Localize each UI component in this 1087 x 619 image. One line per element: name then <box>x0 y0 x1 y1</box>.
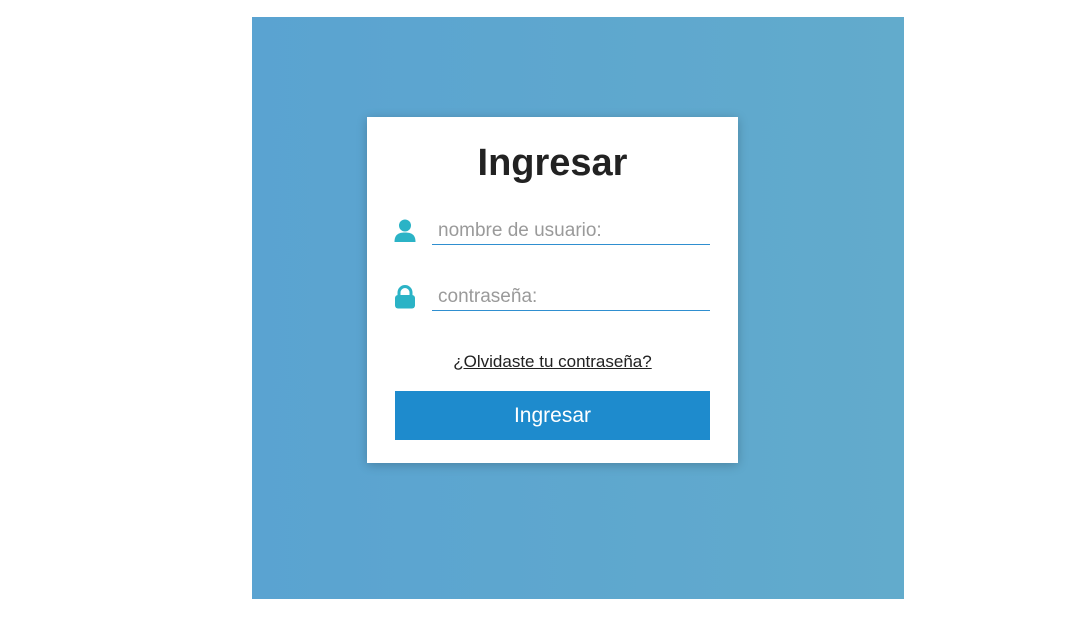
page-title: Ingresar <box>477 142 628 184</box>
password-input[interactable] <box>432 283 710 311</box>
user-icon <box>394 219 416 243</box>
username-field-group <box>394 215 710 247</box>
username-input[interactable] <box>432 217 710 245</box>
login-background: Ingresar ¿Olvidaste tu contraseña? Ingre… <box>252 17 904 599</box>
password-field-group <box>394 281 710 313</box>
forgot-password-link[interactable]: ¿Olvidaste tu contraseña? <box>367 352 738 372</box>
login-submit-button[interactable]: Ingresar <box>395 391 710 440</box>
login-card: Ingresar ¿Olvidaste tu contraseña? Ingre… <box>367 117 738 463</box>
lock-icon <box>394 285 416 309</box>
